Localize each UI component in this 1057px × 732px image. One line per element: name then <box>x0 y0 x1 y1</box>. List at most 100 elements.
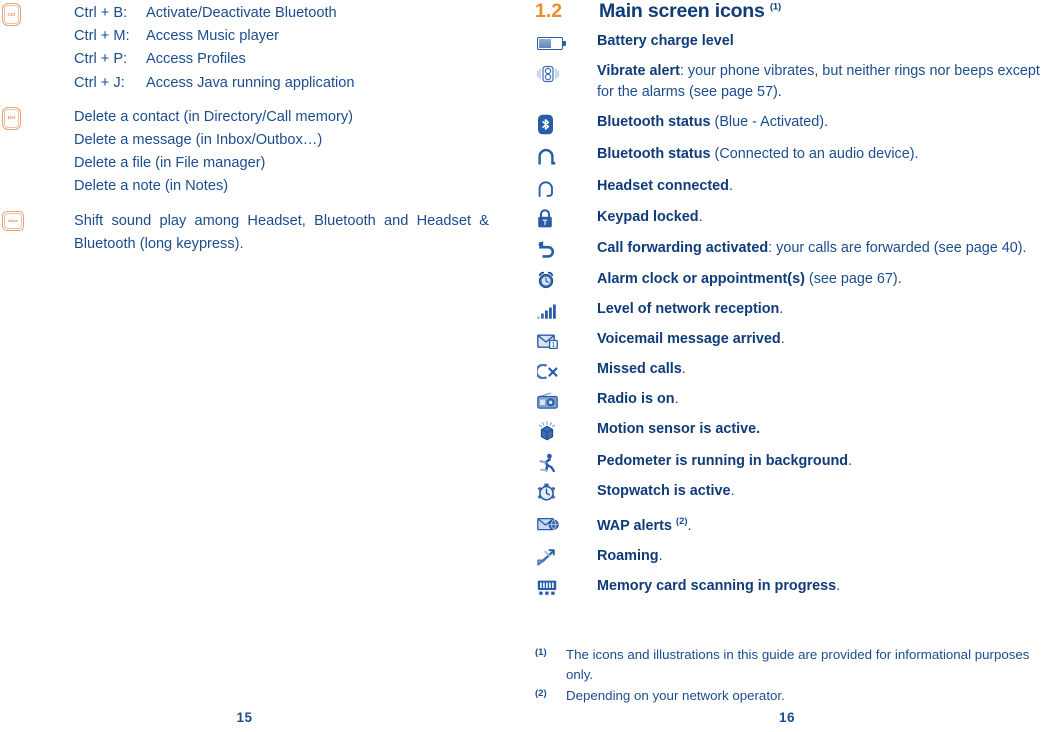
list-item: Stopwatch is active. <box>529 481 1057 502</box>
shortcut-line: Delete a file (in File manager) <box>74 152 489 175</box>
footnote-text: The icons and illustrations in this guid… <box>566 646 1030 683</box>
shortcut-lines: Shift sound play among Headset, Bluetoot… <box>74 210 489 256</box>
section-number: 1.2 <box>535 0 563 22</box>
section-title-text: Main screen icons <box>599 0 765 22</box>
shortcut-line: Ctrl + P: Access Profiles <box>74 48 489 71</box>
shortcut-lines: Delete a contact (in Directory/Call memo… <box>74 106 489 199</box>
memory-card-icon <box>537 580 557 595</box>
icon-label: Vibrate alert <box>597 63 680 80</box>
icon-cell <box>529 512 597 532</box>
bluetooth-audio-icon <box>538 149 556 165</box>
shortcut-block-del: Del Delete a contact (in Directory/Call … <box>0 106 489 199</box>
shortcut-action: Access Music player <box>146 28 280 45</box>
voicemail-icon: 1 <box>537 334 558 349</box>
pedometer-icon <box>539 453 555 472</box>
shortcut-line: Delete a contact (in Directory/Call memo… <box>74 106 489 129</box>
shortcut-combo: Ctrl + M: <box>74 28 130 45</box>
icon-label: Level of network reception <box>597 300 780 317</box>
list-item: Pedometer is running in background. <box>529 451 1057 472</box>
icon-description: Motion sensor is active. <box>597 419 1057 440</box>
wap-footnote-marker: (2) <box>675 515 688 527</box>
shortcut-action: Delete a note (in Notes) <box>74 178 229 195</box>
icon-detail: (2). <box>675 515 692 534</box>
icon-cell <box>529 299 597 319</box>
icon-description: Missed calls. <box>597 359 1057 380</box>
icon-description: Radio is on. <box>597 389 1057 410</box>
shortcut-line: Ctrl + B: Activate/Deactivate Bluetooth <box>74 2 489 25</box>
shortcut-combo: Ctrl + B: <box>74 5 128 21</box>
page-number-left: 15 <box>236 710 253 725</box>
icon-cell <box>529 389 597 409</box>
page-title: Main screen icons (1) <box>599 0 781 23</box>
icon-description: Voicemail message arrived. <box>597 329 1057 350</box>
icon-cell <box>529 61 597 83</box>
icon-description: WAP alerts (2). <box>597 512 1057 536</box>
icon-description: Call forwarding activated: your calls ar… <box>597 238 1057 259</box>
icon-label: WAP alerts <box>597 517 672 534</box>
list-item: Alarm clock or appointment(s) (see page … <box>529 269 1057 290</box>
case-key-icon: Case <box>2 210 24 231</box>
icon-cell <box>529 207 597 228</box>
icon-description: Bluetooth status (Connected to an audio … <box>597 144 1057 165</box>
shortcut-combo: Ctrl + J: <box>74 74 125 91</box>
ctrl-key-icon: Ctrl <box>2 3 21 26</box>
icon-label: Pedometer is running in background <box>597 452 849 469</box>
icon-detail: : your calls are forwarded (see page 40)… <box>768 240 1027 257</box>
icon-description: Roaming. <box>597 546 1057 567</box>
vibrate-alert-icon <box>537 65 559 83</box>
footnote-marker: (2) <box>535 687 547 699</box>
network-signal-icon <box>537 304 556 319</box>
shortcut-paragraph: Shift sound play among Headset, Bluetoot… <box>74 212 489 252</box>
icon-label: Radio is on <box>597 391 675 408</box>
shortcut-action: Delete a file (in File manager) <box>74 155 266 172</box>
page-number-right: 16 <box>778 710 796 725</box>
section-heading: 1.2 Main screen icons (1) <box>535 0 1057 23</box>
list-item: Vibrate alert: your phone vibrates, but … <box>529 61 1057 102</box>
block-gap <box>0 199 489 210</box>
key-column: Ctrl <box>0 2 74 26</box>
icon-description: Keypad locked. <box>597 207 1057 228</box>
list-item: Radio is on. <box>529 389 1057 410</box>
icon-label: Memory card scanning in progress <box>597 577 837 594</box>
icon-detail: . <box>681 360 686 377</box>
section-footnote-marker: (1) <box>769 1 781 13</box>
block-gap <box>0 95 489 106</box>
ctrl-key-label: Ctrl <box>7 11 16 17</box>
left-page: Ctrl Ctrl + B: Activate/Deactivate Blueto… <box>0 0 529 732</box>
icon-cell <box>529 112 597 135</box>
icon-label: Call forwarding activated <box>597 240 769 257</box>
case-key-label: Case <box>8 217 18 223</box>
icon-cell <box>529 269 597 289</box>
icon-description: Level of network reception. <box>597 299 1057 320</box>
keypad-lock-icon <box>538 209 552 228</box>
key-column: Case <box>0 210 74 231</box>
shortcut-action: Activate/Deactivate Bluetooth <box>146 5 337 21</box>
icon-cell <box>529 31 597 50</box>
footnote-text: Depending on your network operator. <box>566 687 785 703</box>
shortcut-action: Delete a message (in Inbox/Outbox…) <box>74 132 323 149</box>
icon-description: Headset connected. <box>597 176 1057 197</box>
list-item: Keypad locked. <box>529 207 1057 228</box>
icon-label: Voicemail message arrived <box>597 330 781 347</box>
icon-detail: (see page 67). <box>804 270 902 287</box>
right-page: 1.2 Main screen icons (1) Battery charge… <box>529 0 1057 732</box>
icon-label: Missed calls <box>597 360 682 377</box>
icon-cell <box>529 576 597 596</box>
icon-cell <box>529 359 597 379</box>
shortcut-line: Delete a message (in Inbox/Outbox…) <box>74 129 489 152</box>
list-item: Roaming. <box>529 546 1057 567</box>
shortcut-line: Ctrl + M: Access Music player <box>74 25 489 48</box>
icon-description: Vibrate alert: your phone vibrates, but … <box>597 61 1057 102</box>
icon-label: Headset connected <box>597 177 729 194</box>
icon-cell <box>529 481 597 502</box>
icon-detail: . <box>848 452 853 469</box>
shortcut-block-case: Case Shift sound play among Headset, Blu… <box>0 210 489 256</box>
alarm-clock-icon <box>538 271 554 288</box>
icon-cell <box>529 144 597 166</box>
icon-description: Memory card scanning in progress. <box>597 576 1057 597</box>
shortcut-combo: Ctrl + P: <box>74 51 128 68</box>
icon-label: Bluetooth status <box>597 146 711 163</box>
list-item: Battery charge level <box>529 31 1057 52</box>
svg-text:1: 1 <box>551 340 555 349</box>
icon-detail: . <box>836 577 841 594</box>
